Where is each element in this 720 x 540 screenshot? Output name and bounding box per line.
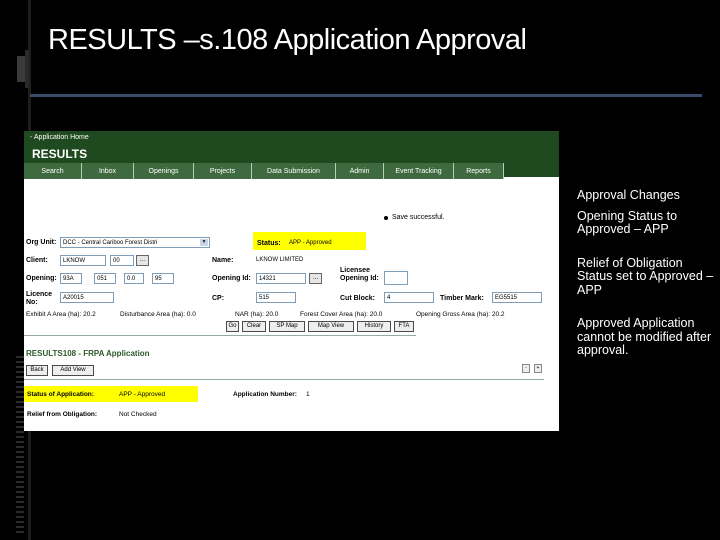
title-underline xyxy=(30,94,702,97)
licensee-opening-id-field[interactable] xyxy=(384,271,408,285)
opening-tile-field[interactable]: 0.0 xyxy=(124,273,144,284)
bullet-icon xyxy=(384,215,388,220)
opening-letter-field[interactable]: 051 xyxy=(94,273,116,284)
application-number-value: 1 xyxy=(306,391,310,398)
back-button[interactable]: Back xyxy=(26,365,48,376)
opening-id-field[interactable]: 14321 xyxy=(256,273,306,284)
licence-no-field[interactable]: A20015 xyxy=(60,292,114,303)
relief-from-obligation-label: Relief from Obligation: xyxy=(27,411,98,418)
cp-field[interactable]: 515 xyxy=(256,292,296,303)
status-label: Status: xyxy=(257,240,281,247)
chevron-down-icon: ▼ xyxy=(200,239,208,246)
history-button[interactable]: History xyxy=(357,321,391,332)
nav-tab-admin[interactable]: Admin xyxy=(336,163,384,179)
nar-area: NAR (ha): 20.0 xyxy=(235,311,279,318)
status-of-application-value: APP - Approved xyxy=(119,391,166,398)
nav-tab-openings[interactable]: Openings xyxy=(134,163,194,179)
nav-tab-data-submission[interactable]: Data Submission xyxy=(252,163,336,179)
nav-tab-projects[interactable]: Projects xyxy=(194,163,252,179)
slide-title: RESULTS –s.108 Application Approval xyxy=(48,24,527,56)
nav-tab-inbox[interactable]: Inbox xyxy=(82,163,134,179)
frpa-divider xyxy=(24,379,544,380)
licence-no-label: Licence No: xyxy=(26,291,53,306)
save-message: Save successful. xyxy=(384,214,445,221)
nav-tab-search[interactable]: Search xyxy=(24,163,82,179)
note-approval-changes: Approval Changes xyxy=(577,188,680,202)
divider xyxy=(24,335,416,336)
opening-number-field[interactable]: 95 xyxy=(152,273,174,284)
add-view-button[interactable]: Add View xyxy=(52,365,94,376)
decorative-side-marks xyxy=(16,356,24,536)
application-home-link[interactable]: - Application Home xyxy=(30,134,89,141)
exhibit-a-area: Exhibit A Area (ha): 20.2 xyxy=(26,311,96,318)
expand-icon[interactable]: + xyxy=(534,364,542,373)
collapse-icon[interactable]: - xyxy=(522,364,530,373)
opening-id-label: Opening Id: xyxy=(212,275,251,282)
note-approved-application: Approved Application cannot be modified … xyxy=(577,316,712,357)
decorative-block-thin xyxy=(25,50,29,88)
status-value: APP - Approved xyxy=(289,240,332,246)
cut-block-field[interactable]: 4 xyxy=(384,292,434,303)
client-field[interactable]: LKNOW xyxy=(60,255,106,266)
client-lookup-button[interactable]: ... xyxy=(136,255,149,266)
timber-mark-label: Timber Mark: xyxy=(440,295,484,302)
opening-gross-area: Opening Gross Area (ha): 20.2 xyxy=(416,311,505,318)
app-name: RESULTS xyxy=(32,147,88,161)
slide-notes: Approval Changes Opening Status to Appro… xyxy=(577,188,717,378)
opening-id-lookup-button[interactable]: ... xyxy=(309,273,322,284)
opening-mapsheet-field[interactable]: 93A xyxy=(60,273,82,284)
org-unit-select[interactable]: DCC - Central Cariboo Forest Distri ▼ xyxy=(60,237,210,248)
frpa-section-title: RESULTS108 - FRPA Application xyxy=(26,349,150,358)
sp-map-button[interactable]: SP Map xyxy=(269,321,305,332)
opening-label: Opening: xyxy=(26,275,57,282)
client-label: Client: xyxy=(26,257,48,264)
name-value: LKNOW LIMITED xyxy=(256,257,304,263)
results-screenshot: - Application Home RESULTS Search Inbox Op… xyxy=(24,131,559,431)
note-relief-obligation: Relief of Obligation Status set to Appro… xyxy=(577,255,714,297)
nav-tab-reports[interactable]: Reports xyxy=(454,163,504,179)
org-unit-value: DCC - Central Cariboo Forest Distri xyxy=(63,240,158,246)
relief-from-obligation-value: Not Checked xyxy=(119,411,157,418)
application-number-label: Application Number: xyxy=(233,391,297,398)
note-opening-status: Opening Status to Approved – APP xyxy=(577,208,678,236)
status-of-application-label: Status of Application: xyxy=(27,391,94,398)
name-label: Name: xyxy=(212,257,234,264)
save-message-text: Save successful. xyxy=(392,214,445,221)
app-header: - Application Home RESULTS Search Inbox Op… xyxy=(24,131,559,179)
clear-button[interactable]: Clear xyxy=(242,321,266,332)
map-view-button[interactable]: Map View xyxy=(308,321,354,332)
client-location-field[interactable]: 00 xyxy=(110,255,134,266)
fta-button[interactable]: FTA xyxy=(394,321,414,332)
timber-mark-field[interactable]: EG5515 xyxy=(492,292,542,303)
main-nav: Search Inbox Openings Projects Data Submissi… xyxy=(24,163,504,179)
forest-cover-area: Forest Cover Area (ha): 20.0 xyxy=(300,311,383,318)
nav-tab-event-tracking[interactable]: Event Tracking xyxy=(384,163,454,179)
licensee-opening-id-label: Licensee Opening Id: xyxy=(340,267,379,282)
cut-block-label: Cut Block: xyxy=(340,295,375,302)
disturbance-area: Disturbance Area (ha): 0.0 xyxy=(120,311,196,318)
cp-label: CP: xyxy=(212,295,225,302)
go-button[interactable]: Go xyxy=(226,321,239,332)
org-unit-label: Org Unit: xyxy=(26,239,57,246)
